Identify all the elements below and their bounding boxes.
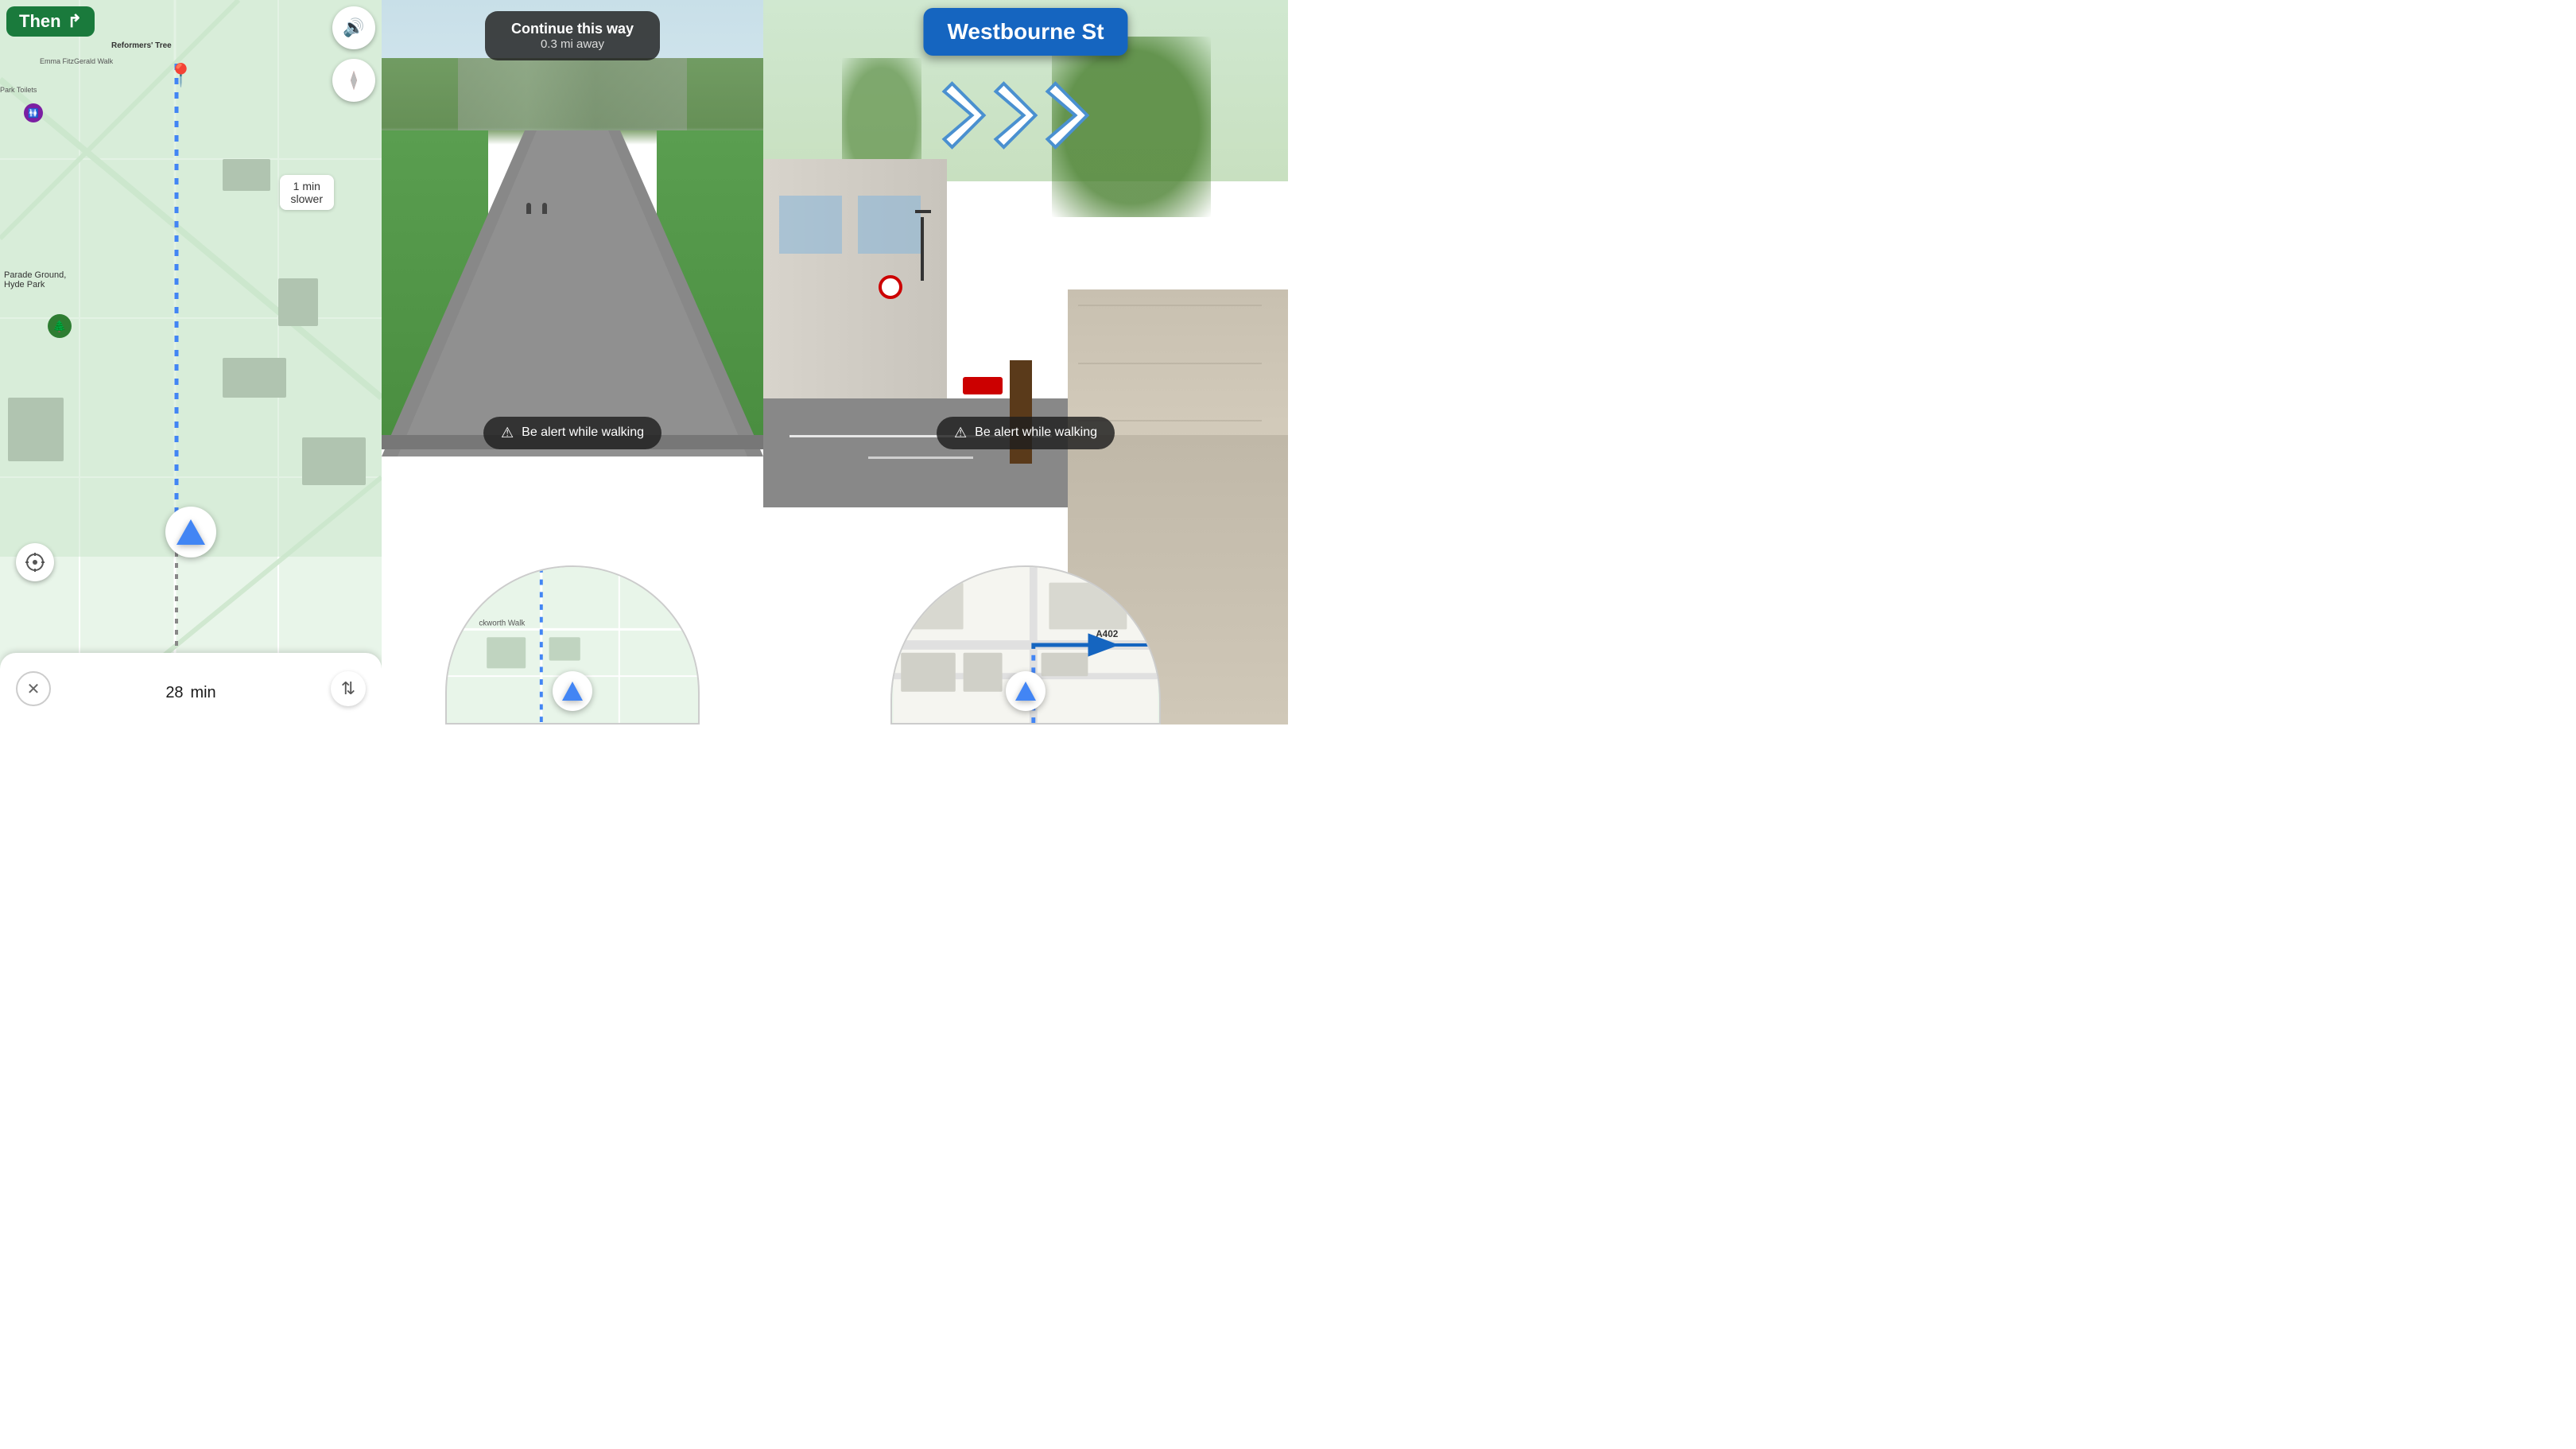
park-toilets-label: Park Toilets (0, 86, 37, 94)
map-panel: Reformers' Tree Emma FitzGerald Walk Par… (0, 0, 382, 724)
parade-ground-label: Parade Ground,Hyde Park (4, 270, 66, 289)
location-button[interactable] (16, 543, 54, 581)
then-button[interactable]: Then ↱ (6, 6, 95, 37)
time-display: 28 min (165, 674, 215, 704)
alert-badge-turn: ⚠ Be alert while walking (937, 417, 1115, 449)
location-icon (25, 552, 45, 573)
alert-text-straight: Be alert while walking (522, 425, 644, 440)
speaker-button[interactable]: 🔊 (332, 6, 375, 49)
then-turn-icon: ↱ (68, 11, 82, 32)
continue-subtitle: 0.3 mi away (502, 37, 642, 51)
street-sign-text: Westbourne St (947, 19, 1104, 44)
destination-pin: 📍 (167, 62, 195, 88)
speaker-icon: 🔊 (343, 17, 364, 38)
then-label: Then (19, 11, 61, 32)
route-swap-button[interactable]: ⇅ (331, 671, 366, 706)
continue-banner: Continue this way 0.3 mi away (485, 11, 660, 60)
compass-icon (341, 68, 367, 93)
toilet-icon: 🚻 (24, 103, 43, 122)
close-button[interactable]: ✕ (16, 671, 51, 706)
svg-text:ckworth Walk: ckworth Walk (479, 620, 525, 628)
reformers-tree-label: Reformers' Tree (111, 41, 172, 50)
bottom-bar: ✕ 28 min ⇅ (0, 653, 382, 724)
warning-icon-turn: ⚠ (954, 425, 967, 441)
slower-label: 1 min slower (280, 175, 334, 210)
alert-text-turn: Be alert while walking (975, 425, 1097, 440)
street-sign: Westbourne St (923, 8, 1127, 56)
ar-turn-panel: Westbourne St ⚠ Be alert while walking (763, 0, 1288, 724)
svg-text:A402: A402 (1096, 629, 1119, 639)
warning-icon-straight: ⚠ (501, 425, 514, 441)
close-icon: ✕ (27, 679, 41, 699)
alert-badge-straight: ⚠ Be alert while walking (483, 417, 661, 449)
route-swap-icon: ⇅ (341, 678, 355, 699)
compass-button[interactable] (332, 59, 375, 102)
ar-straight-panel: Continue this way 0.3 mi away ⚠ Be alert… (382, 0, 763, 724)
nav-arrow-marker (165, 507, 216, 557)
map-background (0, 0, 382, 724)
continue-title: Continue this way (502, 21, 642, 37)
ar-direction-arrows (941, 76, 1111, 155)
emma-walk-label: Emma FitzGerald Walk (40, 57, 113, 65)
park-tree-icon: 🌲 (48, 314, 72, 338)
mini-map-turn-arrow (1006, 671, 1046, 711)
chevron-arrow-3 (1044, 76, 1111, 155)
mini-map-arrow (553, 671, 592, 711)
